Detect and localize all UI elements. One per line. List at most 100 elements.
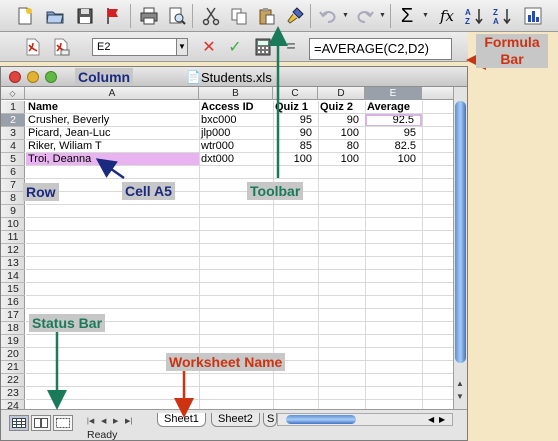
annotation-toolbar: Toolbar: [247, 182, 304, 200]
horizontal-scrollbar[interactable]: ◀ ▶: [277, 413, 453, 426]
row-header-10[interactable]: 10: [1, 218, 25, 231]
row-header-5[interactable]: 5: [1, 153, 25, 166]
first-sheet-icon[interactable]: |◀: [87, 417, 94, 425]
annotation-formula-bar-line2: Bar: [500, 51, 524, 67]
workbook-window: 📄 Students.xls ◇ A B C D E 1 2 3 4 5 6 7 8 9 10 11…: [0, 66, 468, 441]
vertical-scrollbar[interactable]: ▲ ▼: [453, 87, 467, 409]
autosum-icon[interactable]: Σ: [394, 3, 420, 29]
row-header-17[interactable]: 17: [1, 309, 25, 322]
row-header-14[interactable]: 14: [1, 270, 25, 283]
autosum-dropdown-icon[interactable]: ▼: [422, 12, 429, 19]
annotation-status-bar: Status Bar: [29, 314, 106, 332]
sheet-tab-sheet3[interactable]: S: [263, 413, 277, 427]
sheet-tab-sheet2[interactable]: Sheet2: [211, 413, 260, 427]
flag-icon[interactable]: [100, 3, 126, 29]
column-header-a[interactable]: A: [26, 87, 199, 100]
formula-input[interactable]: =AVERAGE(C2,D2): [309, 38, 452, 60]
status-text: Ready: [87, 429, 118, 441]
row-header-2[interactable]: 2: [1, 114, 25, 127]
svg-text:A: A: [465, 8, 471, 17]
horizontal-scroll-thumb[interactable]: [286, 415, 356, 424]
column-header-b[interactable]: B: [199, 87, 273, 100]
name-box-dropdown-icon[interactable]: ▼: [176, 39, 187, 55]
row-header-13[interactable]: 13: [1, 257, 25, 270]
copy-icon[interactable]: [226, 3, 252, 29]
document-icon: 📄: [186, 70, 201, 84]
row-header-column: 1 2 3 4 5 6 7 8 9 10 11 12 13 14 15 16 17 18 19 20 21 22 23 24: [1, 101, 25, 413]
prev-sheet-icon[interactable]: ◀: [101, 417, 106, 425]
normal-view-button[interactable]: [9, 415, 29, 431]
svg-text:A: A: [493, 17, 499, 26]
next-sheet-icon[interactable]: ▶: [113, 417, 118, 425]
calculator-icon[interactable]: [250, 34, 276, 60]
print-preview-icon[interactable]: [164, 3, 190, 29]
row-header-11[interactable]: 11: [1, 231, 25, 244]
undo-icon[interactable]: [315, 3, 341, 29]
page-break-view-button[interactable]: [53, 415, 73, 431]
row-header-3[interactable]: 3: [1, 127, 25, 140]
chart-wizard-icon[interactable]: [520, 3, 546, 29]
print-icon[interactable]: [136, 3, 162, 29]
vertical-scroll-thumb[interactable]: [455, 101, 466, 363]
cut-icon[interactable]: [198, 3, 224, 29]
row-header-9[interactable]: 9: [1, 205, 25, 218]
row-header-4[interactable]: 4: [1, 140, 25, 153]
pdf-mail-icon[interactable]: [48, 34, 74, 60]
status-bar: |◀ ◀ ▶ ▶| Sheet1 Sheet2 S ◀ ▶ Ready: [1, 409, 467, 441]
save-icon[interactable]: [72, 3, 98, 29]
annotation-column: Column: [75, 68, 134, 86]
scroll-down-arrow-icon[interactable]: ▼: [456, 392, 464, 401]
standard-toolbar: ▼ ▼ Σ ▼ fx AZ ZA: [0, 0, 558, 32]
undo-dropdown-icon[interactable]: ▼: [342, 12, 349, 19]
minimize-button[interactable]: [27, 71, 39, 83]
redo-icon[interactable]: [352, 3, 378, 29]
last-sheet-icon[interactable]: ▶|: [125, 417, 132, 425]
page-layout-view-button[interactable]: [31, 415, 51, 431]
column-header-d[interactable]: D: [318, 87, 365, 100]
window-title: Students.xls: [201, 70, 272, 85]
redo-dropdown-icon[interactable]: ▼: [379, 12, 386, 19]
annotation-worksheet-name: Worksheet Name: [166, 353, 286, 371]
column-header-c[interactable]: C: [273, 87, 318, 100]
row-header-21[interactable]: 21: [1, 361, 25, 374]
row-header-15[interactable]: 15: [1, 283, 25, 296]
row-header-23[interactable]: 23: [1, 387, 25, 400]
format-painter-icon[interactable]: [282, 3, 308, 29]
scroll-left-arrow-icon[interactable]: ◀: [428, 415, 434, 424]
window-titlebar: 📄 Students.xls: [1, 67, 467, 87]
column-header-e[interactable]: E: [365, 87, 422, 100]
close-button[interactable]: [9, 71, 21, 83]
name-box[interactable]: E2: [92, 38, 188, 56]
enter-icon[interactable]: ✓: [222, 34, 248, 60]
svg-text:Z: Z: [465, 17, 470, 26]
open-icon[interactable]: [42, 3, 68, 29]
row-header-12[interactable]: 12: [1, 244, 25, 257]
zoom-button[interactable]: [45, 71, 57, 83]
sort-ascending-icon[interactable]: AZ: [462, 3, 488, 29]
new-document-icon[interactable]: [12, 3, 38, 29]
row-header-6[interactable]: 6: [1, 166, 25, 179]
column-header-f[interactable]: [422, 87, 453, 100]
row-header-19[interactable]: 19: [1, 335, 25, 348]
sheet-tab-sheet1[interactable]: Sheet1: [157, 413, 206, 427]
annotation-row: Row: [23, 183, 59, 201]
paste-icon[interactable]: [254, 3, 280, 29]
row-header-18[interactable]: 18: [1, 322, 25, 335]
row-header-20[interactable]: 20: [1, 348, 25, 361]
scroll-up-arrow-icon[interactable]: ▲: [456, 379, 464, 388]
sort-descending-icon[interactable]: ZA: [490, 3, 516, 29]
pdf-icon[interactable]: [20, 34, 46, 60]
row-header-7[interactable]: 7: [1, 179, 25, 192]
annotation-cell-a5: Cell A5: [122, 182, 175, 200]
annotation-formula-bar-line1: Formula: [484, 34, 540, 50]
select-all-corner[interactable]: ◇: [1, 87, 25, 100]
equals-icon[interactable]: =: [278, 34, 304, 60]
row-header-16[interactable]: 16: [1, 296, 25, 309]
function-icon[interactable]: fx: [434, 3, 460, 29]
scroll-right-arrow-icon[interactable]: ▶: [439, 415, 445, 424]
row-header-1[interactable]: 1: [1, 101, 25, 114]
cancel-icon[interactable]: ✕: [196, 34, 222, 60]
column-header-row: ◇ A B C D E: [1, 87, 453, 100]
row-header-8[interactable]: 8: [1, 192, 25, 205]
row-header-22[interactable]: 22: [1, 374, 25, 387]
